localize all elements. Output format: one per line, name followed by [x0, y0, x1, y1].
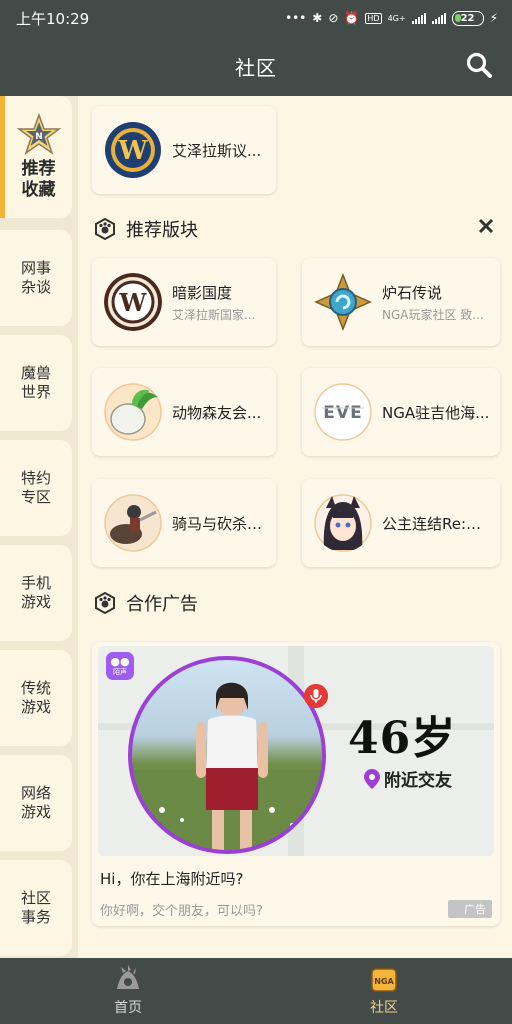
knight-icon [104, 494, 162, 552]
sidebar-label: 特约专区 [20, 469, 51, 506]
battery-level: 22 [460, 12, 475, 24]
ad-tag: 广告 [448, 900, 492, 918]
section-recommended: 推荐版块 [92, 216, 198, 242]
board-name: 公主连结Re:Di... [382, 514, 492, 533]
section-title: 推荐版块 [126, 220, 198, 241]
board-name: 炉石传说 [382, 283, 443, 302]
nav-label: 社区 [370, 1000, 398, 1016]
sidebar-label: 手机游戏 [20, 574, 51, 611]
page-title: 社区 [235, 55, 277, 80]
status-time: 上午10:29 [16, 9, 90, 28]
nga-claw-icon [117, 965, 139, 989]
sidebar-label: 网络游戏 [20, 784, 51, 821]
close-icon[interactable] [478, 218, 494, 234]
nav-community[interactable]: NGA 社区 [256, 958, 512, 1024]
sidebar-label: 网事杂谈 [20, 259, 51, 296]
board-card[interactable]: 炉石传说 NGA玩家社区 致... [302, 258, 500, 346]
section-title: 合作广告 [126, 594, 198, 615]
nga-paw-icon [95, 591, 115, 615]
microphone-icon [304, 684, 328, 708]
eve-icon: EVE [314, 383, 372, 441]
favorite-board-card[interactable]: W 艾泽拉斯议... [92, 106, 276, 194]
profile-photo [128, 656, 326, 854]
sidebar-item-classic[interactable]: 传统游戏 [0, 650, 72, 746]
search-icon[interactable] [464, 50, 494, 80]
chat-bubble-icon: ●● [110, 655, 130, 668]
hearthstone-icon [314, 273, 372, 331]
svg-text:NGA: NGA [374, 977, 394, 986]
turnip-icon [104, 383, 162, 441]
ad-subtitle: 你好啊，交个朋友，可以吗? [100, 904, 263, 919]
status-icons: ••• ✱ ⊘ ⏰ HD 4G+ 22 ⚡ [285, 10, 498, 26]
anime-girl-icon [314, 494, 372, 552]
svg-text:W: W [117, 136, 148, 166]
sidebar-label: 推荐收藏 [21, 159, 56, 200]
svg-text:N: N [35, 132, 43, 142]
svg-text:EVE: EVE [323, 403, 362, 423]
sidebar-item-chat[interactable]: 网事杂谈 [0, 230, 72, 326]
nav-home[interactable]: 首页 [0, 958, 256, 1024]
board-card[interactable]: W 暗影国度 艾泽拉斯国家... [92, 258, 276, 346]
ad-headline: Hi，你在上海附近吗? [100, 870, 244, 888]
mute-icon: ⊘ [328, 11, 339, 25]
sidebar-item-community[interactable]: 社区事务 [0, 860, 72, 956]
signal-icon-2 [431, 12, 446, 24]
svg-text:W: W [119, 288, 148, 317]
charging-icon: ⚡ [489, 11, 498, 25]
board-card[interactable]: EVE NGA驻吉他海... [302, 368, 500, 456]
sidebar-label: 魔兽世界 [20, 364, 51, 401]
status-bar: 上午10:29 ••• ✱ ⊘ ⏰ HD 4G+ 22 ⚡ [0, 0, 512, 36]
board-card[interactable]: 动物森友会... [92, 368, 276, 456]
wow-icon: W [104, 273, 162, 331]
ad-app-icon: ●● 陌声 [106, 652, 134, 680]
person-illustration [132, 682, 322, 850]
nga-paw-icon [95, 217, 115, 241]
board-card[interactable]: 骑马与砍杀2... [92, 479, 276, 567]
ad-nearby: 附近交友 [364, 766, 452, 791]
battery-icon: 22 [451, 10, 484, 26]
ad-app-label: 陌声 [113, 668, 127, 676]
sidebar-item-special[interactable]: 特约专区 [0, 440, 72, 536]
sidebar-item-warcraft[interactable]: 魔兽世界 [0, 335, 72, 431]
board-name: 动物森友会... [172, 403, 262, 422]
alarm-icon: ⏰ [344, 11, 360, 25]
ad-card[interactable]: ●● 陌声 46岁 附近交友 Hi，你在上海附近吗? 你好啊，交个朋友，可以吗?… [92, 642, 500, 926]
board-name: 艾泽拉斯议... [172, 141, 262, 160]
nga-badge-icon: NGA [371, 968, 397, 992]
signal-icon [411, 12, 426, 24]
board-name: NGA驻吉他海... [382, 403, 490, 422]
location-pin-icon [364, 768, 380, 789]
sidebar-label: 社区事务 [20, 889, 51, 926]
section-ads: 合作广告 [92, 590, 198, 616]
sidebar-item-mobile[interactable]: 手机游戏 [0, 545, 72, 641]
board-card[interactable]: 公主连结Re:Di... [302, 479, 500, 567]
board-desc: 艾泽拉斯国家... [172, 307, 256, 322]
board-desc: NGA玩家社区 致... [382, 307, 484, 322]
app-header: 社区 [0, 36, 512, 96]
main-content: W 艾泽拉斯议... 推荐版块 W 暗影国度 艾泽拉斯国家... 炉石传说 NG… [78, 96, 512, 958]
network-label: 4G+ [387, 13, 406, 23]
board-name: 暗影国度 [172, 283, 233, 302]
bluetooth-icon: ✱ [312, 11, 323, 25]
bottom-nav: 首页 NGA 社区 [0, 958, 512, 1024]
ad-image: ●● 陌声 46岁 附近交友 [98, 646, 494, 856]
hd-icon: HD [365, 12, 382, 24]
ad-nearby-label: 附近交友 [384, 771, 452, 791]
more-icon: ••• [285, 11, 307, 25]
board-name: 骑马与砍杀2... [172, 514, 268, 533]
top-bar: 上午10:29 ••• ✱ ⊘ ⏰ HD 4G+ 22 ⚡ 社区 [0, 0, 512, 96]
ad-age: 46岁 [348, 713, 457, 764]
sidebar-item-favorites[interactable]: N 推荐收藏 [0, 96, 72, 218]
sidebar-item-online[interactable]: 网络游戏 [0, 755, 72, 851]
wow-icon: W [105, 122, 161, 178]
sidebar-label: 传统游戏 [20, 679, 51, 716]
star-badge-icon: N [16, 113, 61, 155]
category-sidebar: N 推荐收藏 网事杂谈 魔兽世界 特约专区 手机游戏 传统游戏 网络游戏 社区事… [0, 96, 78, 958]
nav-label: 首页 [114, 1000, 142, 1016]
